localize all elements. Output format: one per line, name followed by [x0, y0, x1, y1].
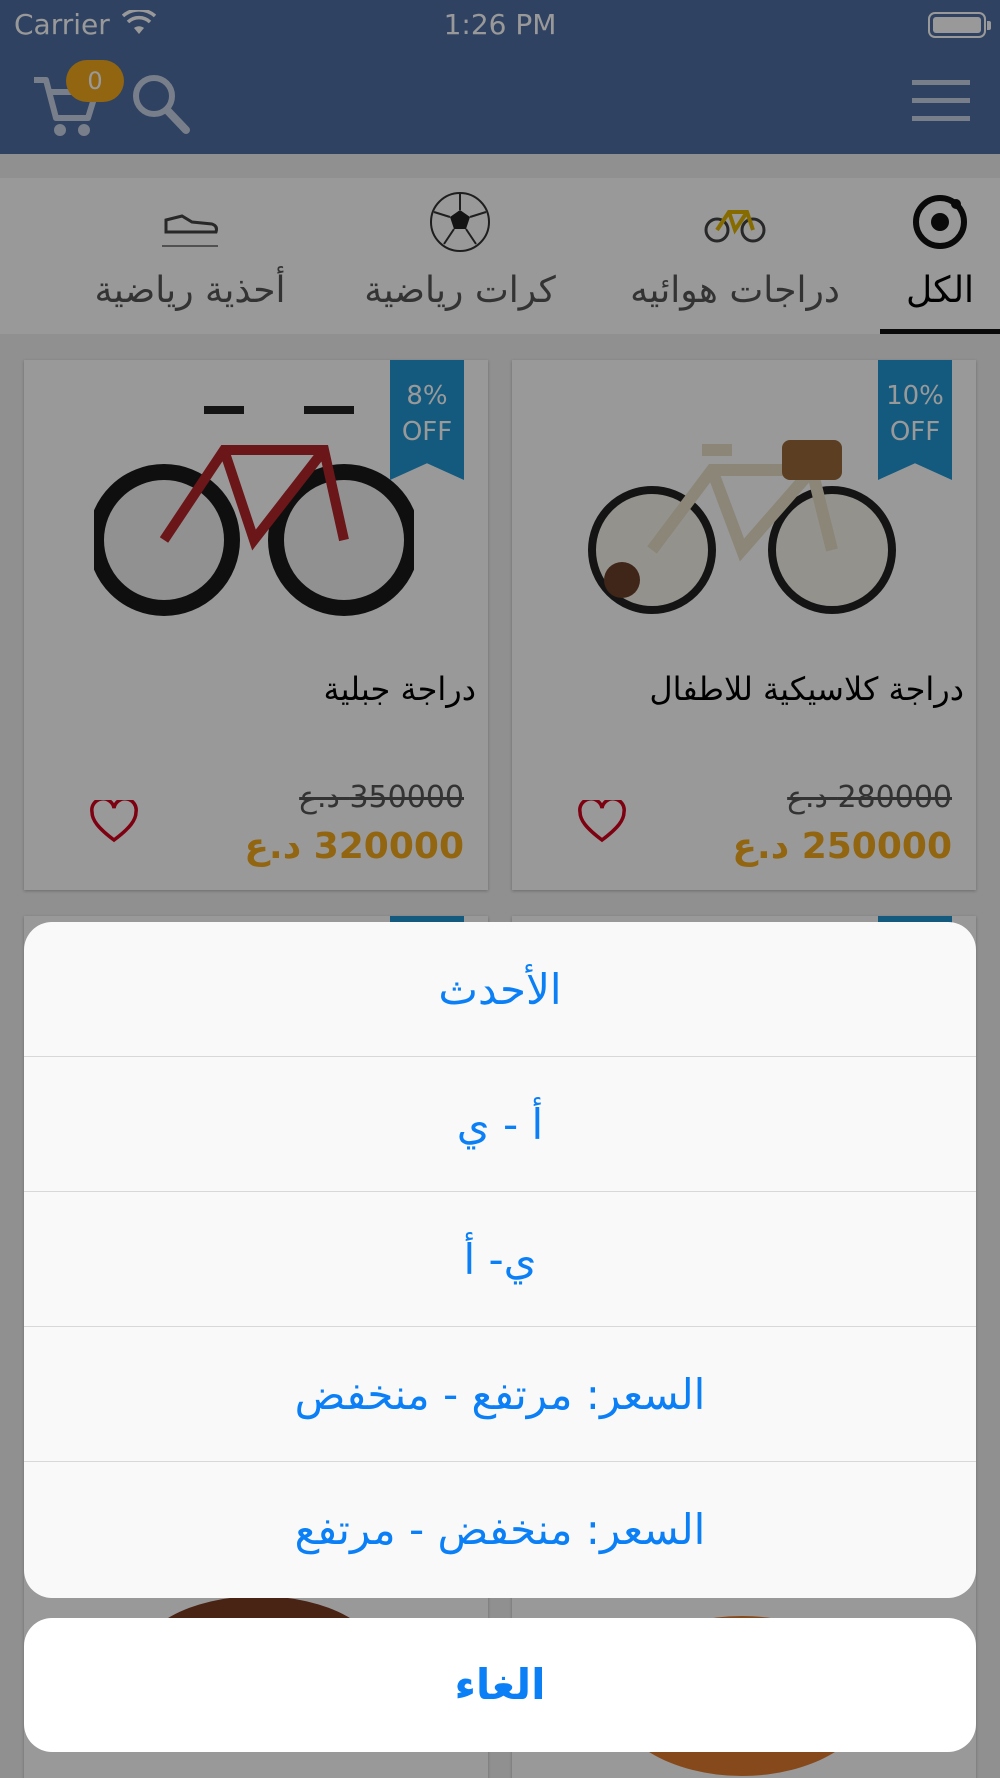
- cancel-button[interactable]: الغاء: [24, 1618, 976, 1752]
- sort-option-price-high-low[interactable]: السعر: مرتفع - منخفض: [24, 1327, 976, 1462]
- sort-option-a-z[interactable]: أ - ي: [24, 1057, 976, 1192]
- sort-option-price-low-high[interactable]: السعر: منخفض - مرتفع: [24, 1462, 976, 1597]
- sort-action-sheet: الأحدث أ - ي ي- أ السعر: مرتفع - منخفض ا…: [24, 922, 976, 1598]
- sort-option-z-a[interactable]: ي- أ: [24, 1192, 976, 1327]
- sort-option-newest[interactable]: الأحدث: [24, 922, 976, 1057]
